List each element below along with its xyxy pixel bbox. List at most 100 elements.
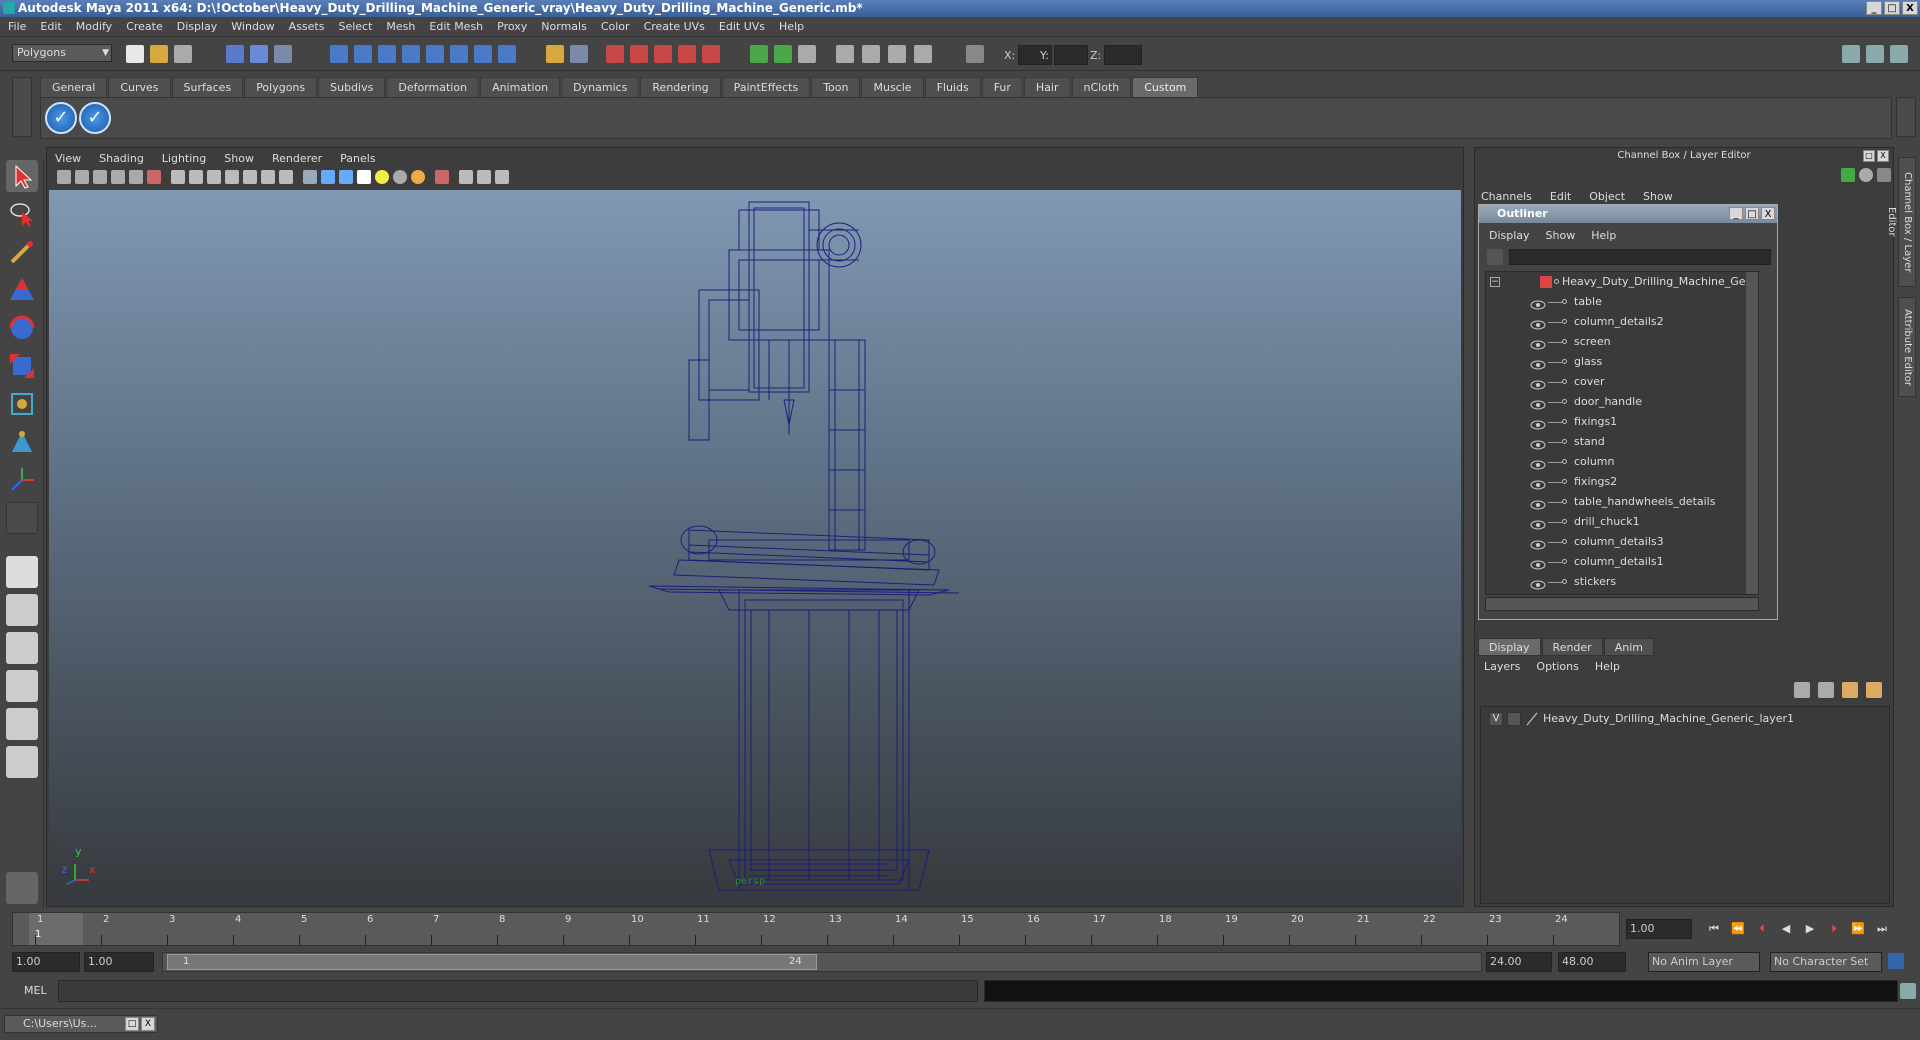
minimized-restore-button[interactable]: □ — [125, 1017, 139, 1031]
image-plane-icon[interactable] — [111, 170, 125, 184]
cube-textured-icon[interactable] — [339, 170, 353, 184]
go-to-start-icon[interactable]: ⏮ — [1706, 922, 1722, 936]
list-item[interactable]: glass — [1486, 352, 1758, 372]
outliner-filter-icon[interactable] — [1487, 249, 1503, 265]
list-item[interactable]: drill_chuck1 — [1486, 512, 1758, 532]
list-item[interactable]: fixings2 — [1486, 472, 1758, 492]
layout-four-icon[interactable] — [862, 45, 880, 63]
layer-tab-render[interactable]: Render — [1541, 638, 1603, 656]
select-camera-icon[interactable] — [57, 170, 71, 184]
lasso-tool-icon[interactable] — [6, 198, 38, 230]
bookmark-icon[interactable] — [93, 170, 107, 184]
input-output-icon[interactable] — [546, 45, 564, 63]
construction-history-icon[interactable] — [570, 45, 588, 63]
outliner-minimize-button[interactable]: _ — [1729, 207, 1743, 220]
play-forwards-icon[interactable]: ▶ — [1802, 922, 1818, 936]
side-tab-attribute-editor[interactable]: Attribute Editor — [1898, 297, 1916, 397]
scale-tool-icon[interactable] — [6, 350, 38, 382]
snap-grid-icon[interactable] — [330, 45, 348, 63]
list-item[interactable]: table — [1486, 292, 1758, 312]
layer-row[interactable]: V Heavy_Duty_Drilling_Machine_Generic_la… — [1481, 709, 1889, 729]
viewport-menu-panels[interactable]: Panels — [340, 152, 375, 165]
grid-toggle-icon[interactable] — [129, 170, 143, 184]
viewport-menu-lighting[interactable]: Lighting — [162, 152, 206, 165]
layout-persp-outliner-icon[interactable] — [6, 632, 38, 664]
menu-file[interactable]: File — [8, 20, 26, 33]
layer-visibility-toggle[interactable]: V — [1489, 712, 1503, 726]
list-item[interactable]: stickers — [1486, 572, 1758, 592]
viewport-menu-show[interactable]: Show — [224, 152, 254, 165]
create-empty-layer-icon[interactable] — [1842, 682, 1858, 698]
list-item[interactable]: column_details2 — [1486, 312, 1758, 332]
side-tab-channel-box[interactable]: Channel Box / Layer Editor — [1886, 157, 1916, 287]
command-language-label[interactable]: MEL — [24, 984, 47, 997]
layer-menu-help[interactable]: Help — [1595, 660, 1620, 673]
outliner-menu-display[interactable]: Display — [1489, 229, 1530, 242]
render-current-frame-icon[interactable] — [606, 45, 624, 63]
shelf-tab-curves[interactable]: Curves — [108, 77, 171, 97]
list-item[interactable]: column_details3 — [1486, 532, 1758, 552]
outliner-root-row[interactable]: − Heavy_Duty_Drilling_Machine_Generic — [1486, 272, 1758, 292]
list-item[interactable]: column — [1486, 452, 1758, 472]
show-manipulator-icon[interactable] — [6, 464, 38, 496]
show-hide-sidebar-icon[interactable] — [750, 45, 768, 63]
channel-box-pin-icon[interactable] — [1877, 168, 1891, 182]
z-coordinate-field[interactable] — [1104, 45, 1142, 65]
help-icon[interactable] — [498, 45, 516, 63]
shelf-tab-custom[interactable]: Custom — [1132, 77, 1199, 97]
maximize-button[interactable]: □ — [1884, 1, 1900, 15]
menu-edit-mesh[interactable]: Edit Mesh — [429, 20, 483, 33]
close-button[interactable]: X — [1902, 1, 1918, 15]
paint-select-tool-icon[interactable] — [6, 236, 38, 268]
character-set-selector[interactable]: No Character Set — [1770, 952, 1882, 972]
shelf-tab-fur[interactable]: Fur — [981, 77, 1023, 97]
layout-single-icon[interactable] — [836, 45, 854, 63]
menu-select[interactable]: Select — [338, 20, 372, 33]
range-slider-handle[interactable] — [167, 954, 817, 970]
layout-single-pane-icon[interactable] — [6, 556, 38, 588]
minimized-close-button[interactable]: X — [141, 1017, 155, 1031]
minimized-window-item[interactable]: C:\Users\Us... □ X — [4, 1015, 158, 1033]
shelf-tab-muscle[interactable]: Muscle — [861, 77, 924, 97]
outliner-maximize-button[interactable]: □ — [1745, 207, 1759, 220]
channel-box-menu-channels[interactable]: Channels — [1481, 190, 1532, 203]
new-scene-icon[interactable] — [126, 45, 144, 63]
last-used-tool-slot[interactable] — [6, 502, 38, 534]
shelf-tab-ncloth[interactable]: nCloth — [1071, 77, 1132, 97]
list-item[interactable]: fixings1 — [1486, 412, 1758, 432]
menu-proxy[interactable]: Proxy — [497, 20, 527, 33]
list-item[interactable]: door_handle — [1486, 392, 1758, 412]
safe-action-icon[interactable] — [477, 170, 491, 184]
auto-key-icon[interactable] — [1888, 953, 1904, 969]
list-item[interactable]: column_details1 — [1486, 552, 1758, 572]
step-back-frame-icon[interactable]: ⏪ — [1730, 922, 1746, 936]
wireframe-shading-icon[interactable] — [171, 170, 185, 184]
hypershade-icon[interactable] — [678, 45, 696, 63]
snap-view-icon[interactable] — [450, 45, 468, 63]
animation-end-field[interactable]: 24.00 — [1486, 952, 1552, 972]
lights-icon[interactable] — [225, 170, 239, 184]
shelf-tab-fluids[interactable]: Fluids — [924, 77, 981, 97]
toggle-attribute-editor-icon[interactable] — [1842, 45, 1860, 63]
layout-options-handle[interactable] — [6, 784, 38, 796]
menu-edit[interactable]: Edit — [40, 20, 61, 33]
layer-menu-layers[interactable]: Layers — [1484, 660, 1520, 673]
shelf-tab-surfaces[interactable]: Surfaces — [171, 77, 244, 97]
toggle-panel-icon[interactable] — [774, 45, 792, 63]
menu-edit-uvs[interactable]: Edit UVs — [719, 20, 765, 33]
textured-icon[interactable] — [207, 170, 221, 184]
layer-move-down-icon[interactable] — [1818, 682, 1834, 698]
layer-menu-options[interactable]: Options — [1536, 660, 1578, 673]
channel-box-close-button[interactable]: X — [1877, 150, 1889, 162]
universal-manipulator-icon[interactable] — [6, 388, 38, 420]
shelf-tab-general[interactable]: General — [40, 77, 108, 97]
outliner-search-input[interactable] — [1509, 249, 1771, 265]
tool-settings-icon[interactable] — [798, 45, 816, 63]
camera-attributes-icon[interactable] — [75, 170, 89, 184]
menu-display[interactable]: Display — [177, 20, 218, 33]
step-forward-frame-icon[interactable]: ⏩ — [1850, 922, 1866, 936]
select-tool-icon[interactable] — [6, 160, 38, 192]
current-time-field[interactable]: 1.00 — [1626, 919, 1692, 939]
layout-persp-graph-icon[interactable] — [6, 670, 38, 702]
shelf-tab-toon[interactable]: Toon — [811, 77, 861, 97]
